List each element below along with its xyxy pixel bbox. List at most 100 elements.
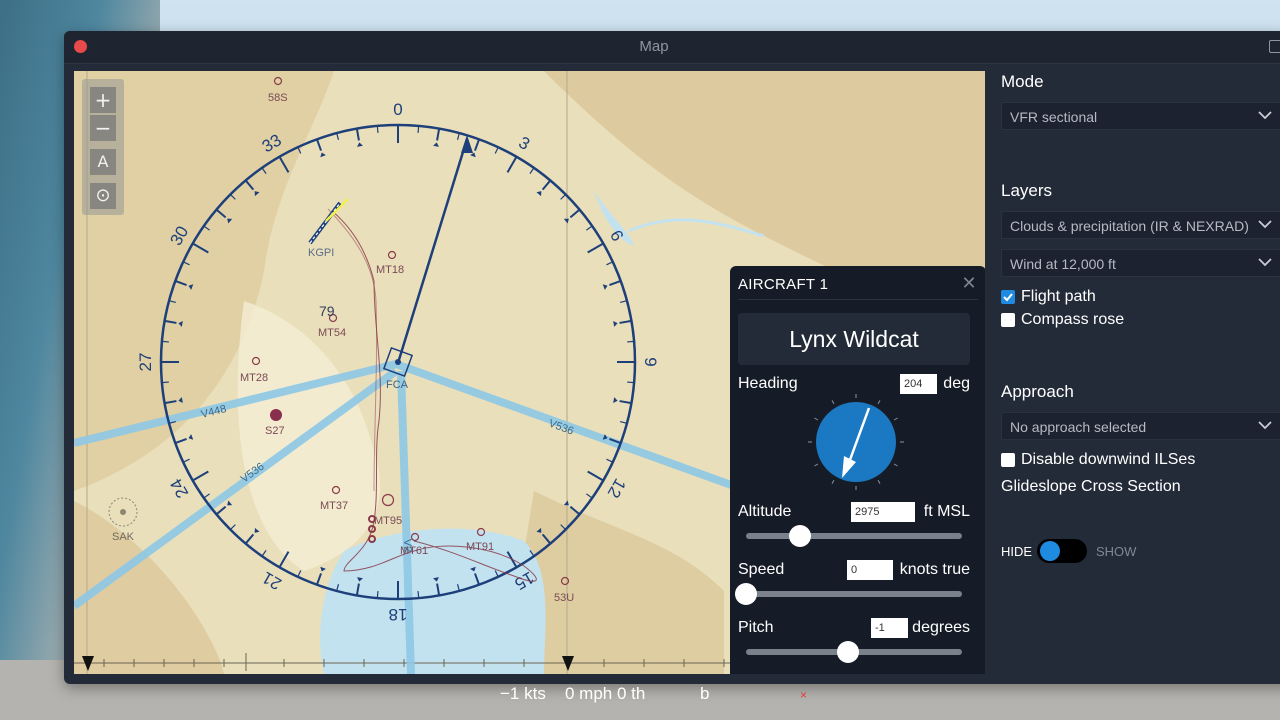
divider <box>738 299 978 300</box>
mode-select[interactable]: VFR sectional <box>1001 102 1280 130</box>
airport-label: KGPI <box>308 247 334 259</box>
aircraft-name: Lynx Wildcat <box>738 313 970 365</box>
glideslope-toggle[interactable] <box>1037 539 1087 563</box>
chevron-down-icon <box>1258 421 1272 430</box>
toggle-knob <box>1040 541 1060 561</box>
compass-rose-label: Compass rose <box>1021 311 1125 328</box>
compass-tick <box>417 125 420 133</box>
chevron-down-icon <box>1258 111 1272 120</box>
airport-label: 53U <box>554 592 574 604</box>
compass-label: 0 <box>393 100 402 119</box>
wind-layer-value: Wind at 12,000 ft <box>1010 256 1116 272</box>
weather-layer-value: Clouds & precipitation (IR & NEXRAD) <box>1010 218 1249 234</box>
map-toolbar: + − A ⊙ <box>82 79 124 215</box>
compass-tick <box>161 340 169 343</box>
checkmark-icon <box>1003 293 1013 302</box>
compass-tick <box>376 591 379 599</box>
airport-label: MT28 <box>240 372 268 384</box>
approach-select-value: No approach selected <box>1010 419 1147 435</box>
dial-tick <box>893 417 898 421</box>
airport-label: S27 <box>265 425 285 437</box>
compass-tick <box>161 381 169 384</box>
airport-label: 58S <box>268 92 288 104</box>
wind-layer-select[interactable]: Wind at 12,000 ft <box>1001 249 1280 277</box>
pitch-input[interactable] <box>871 618 908 638</box>
zoom-in-button[interactable]: + <box>90 87 116 113</box>
heading-unit: deg <box>943 375 970 392</box>
compass-rose-checkbox[interactable] <box>1001 313 1015 327</box>
altitude-unit: ft MSL <box>923 503 970 520</box>
compass-tick <box>627 381 635 384</box>
altitude-label: Altitude <box>738 503 792 520</box>
speed-slider[interactable] <box>735 583 962 605</box>
mode-select-value: VFR sectional <box>1010 109 1098 125</box>
airport-label: SAK <box>112 531 135 543</box>
dial-tick <box>831 479 835 484</box>
map-view[interactable]: V448 V536 V536 V2 0 3 6 9 12 15 18 21 24 27 30 33 <box>74 71 985 674</box>
chevron-down-icon <box>1258 258 1272 267</box>
glideslope-title: Glideslope Cross Section <box>1001 478 1181 495</box>
map-mode-button[interactable]: A <box>90 149 116 175</box>
heading-label: Heading <box>738 375 798 392</box>
flight-path-label: Flight path <box>1021 288 1096 305</box>
airport-label: MT91 <box>466 541 494 553</box>
window-title: Map <box>639 38 669 55</box>
popout-window-icon[interactable] <box>1269 40 1280 53</box>
airport-label: MT37 <box>320 500 348 512</box>
pitch-slider[interactable] <box>746 641 962 663</box>
altitude-slider-thumb[interactable] <box>789 525 811 547</box>
speed-unit: knots true <box>899 561 970 578</box>
map-settings-panel: Mode VFR sectional Layers Clouds & preci… <box>1001 71 1280 681</box>
speed-label: Speed <box>738 561 785 578</box>
dial-tick <box>877 400 881 405</box>
approach-select[interactable]: No approach selected <box>1001 412 1280 440</box>
heading-input[interactable] <box>900 374 937 394</box>
compass-tick <box>376 125 379 133</box>
layers-heading: Layers <box>1001 181 1053 200</box>
airport-label: MT61 <box>400 545 428 557</box>
close-icon[interactable]: ✕ <box>960 274 978 292</box>
flight-path-checkbox[interactable] <box>1001 290 1015 304</box>
speed-kts-readout: −1 kts <box>500 684 546 703</box>
airport-label: MT18 <box>376 264 404 276</box>
status-b-readout: b <box>700 684 710 703</box>
pitch-unit: degrees <box>912 619 970 636</box>
hide-label: HIDE <box>1001 544 1033 559</box>
heading-dial-icon[interactable] <box>806 392 906 492</box>
compass-label: 18 <box>389 605 408 624</box>
show-label: SHOW <box>1096 544 1137 559</box>
pitch-label: Pitch <box>738 619 774 636</box>
approach-heading: Approach <box>1001 382 1074 401</box>
elevation-label: 79 <box>319 303 335 319</box>
disable-downwind-checkbox[interactable] <box>1001 453 1015 467</box>
chevron-down-icon <box>1258 220 1272 229</box>
pitch-slider-thumb[interactable] <box>836 641 859 663</box>
airport-label: MT95 <box>374 515 402 527</box>
disable-downwind-label: Disable downwind ILSes <box>1021 451 1196 468</box>
airport-label: MT54 <box>318 327 346 339</box>
airport-label: FCA <box>386 379 409 391</box>
compass-tick <box>627 340 635 343</box>
altitude-input[interactable] <box>851 502 915 522</box>
compass-label: 27 <box>136 353 155 372</box>
title-bar[interactable]: Map <box>64 31 1280 64</box>
dial-tick <box>893 463 898 467</box>
speed-slider-thumb[interactable] <box>735 583 757 605</box>
compass-tick <box>417 591 420 599</box>
zoom-out-button[interactable]: − <box>90 115 116 141</box>
altitude-slider[interactable] <box>746 525 962 547</box>
aircraft-panel: AIRCRAFT 1 ✕ Lynx Wildcat Heading deg Al… <box>730 266 985 674</box>
dial-tick <box>877 479 881 484</box>
compass-label: 9 <box>641 357 660 366</box>
map-window: Map V448 V536 V536 V2 0 3 6 9 12 15 18 2… <box>64 31 1280 684</box>
status-marker-icon: × <box>800 688 808 702</box>
mode-heading: Mode <box>1001 72 1044 91</box>
speed-input[interactable] <box>847 560 893 580</box>
dial-tick <box>814 417 819 421</box>
dial-tick <box>831 400 835 405</box>
dial-tick <box>814 463 819 467</box>
locate-aircraft-button[interactable]: ⊙ <box>90 183 116 209</box>
aircraft-panel-title: AIRCRAFT 1 <box>738 276 829 293</box>
speed-mph-readout: 0 mph 0 th <box>565 684 646 703</box>
weather-layer-select[interactable]: Clouds & precipitation (IR & NEXRAD) <box>1001 211 1280 239</box>
